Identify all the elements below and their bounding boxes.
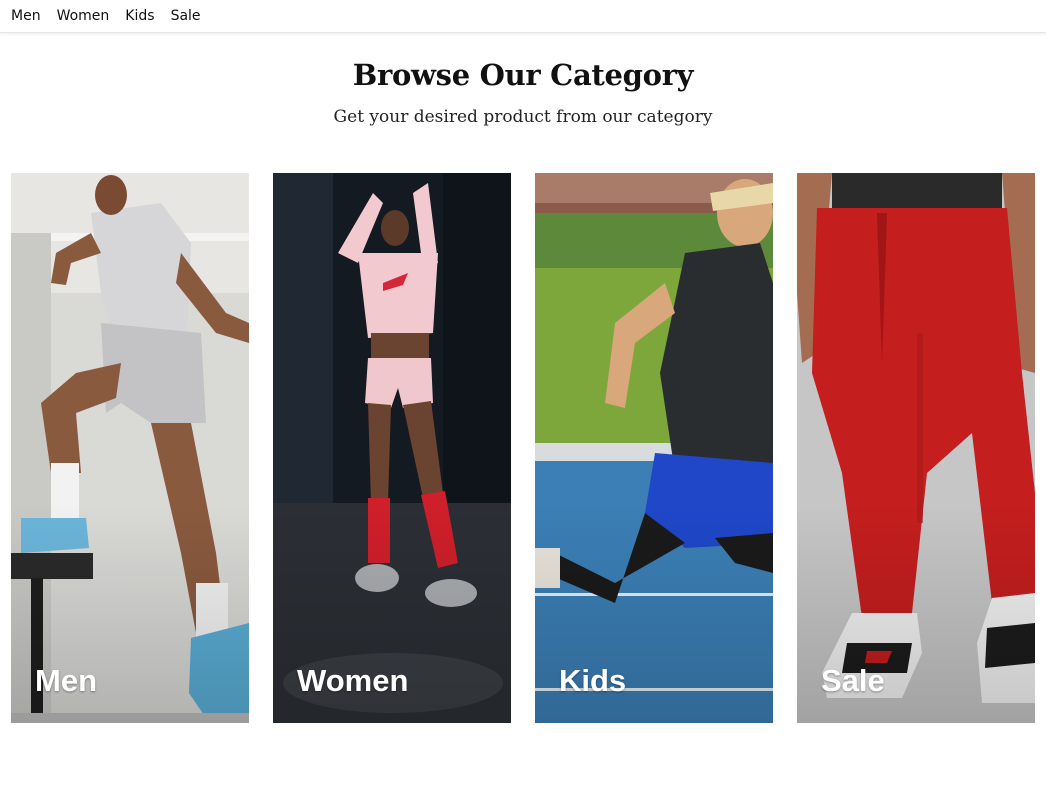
category-label: Sale — [821, 663, 885, 698]
top-navigation: Men Women Kids Sale — [0, 0, 1046, 33]
image-overlay — [273, 173, 511, 723]
category-card-women[interactable]: Women — [273, 173, 511, 723]
nav-link-women[interactable]: Women — [57, 0, 110, 33]
nav-link-kids[interactable]: Kids — [125, 0, 154, 33]
section-title: Browse Our Category — [352, 58, 694, 92]
nav-link-men[interactable]: Men — [11, 0, 41, 33]
section-subtitle: Get your desired product from our catego… — [333, 107, 713, 127]
nav-link-sale[interactable]: Sale — [171, 0, 201, 33]
category-card-men[interactable]: Men — [11, 173, 249, 723]
category-label: Kids — [559, 663, 627, 698]
category-label: Women — [297, 663, 409, 698]
image-overlay — [11, 173, 249, 723]
image-overlay — [797, 173, 1035, 723]
category-grid: Men Women Kids Sale — [11, 173, 1035, 723]
image-overlay — [535, 173, 773, 723]
category-card-kids[interactable]: Kids — [535, 173, 773, 723]
category-label: Men — [35, 663, 97, 698]
category-card-sale[interactable]: Sale — [797, 173, 1035, 723]
